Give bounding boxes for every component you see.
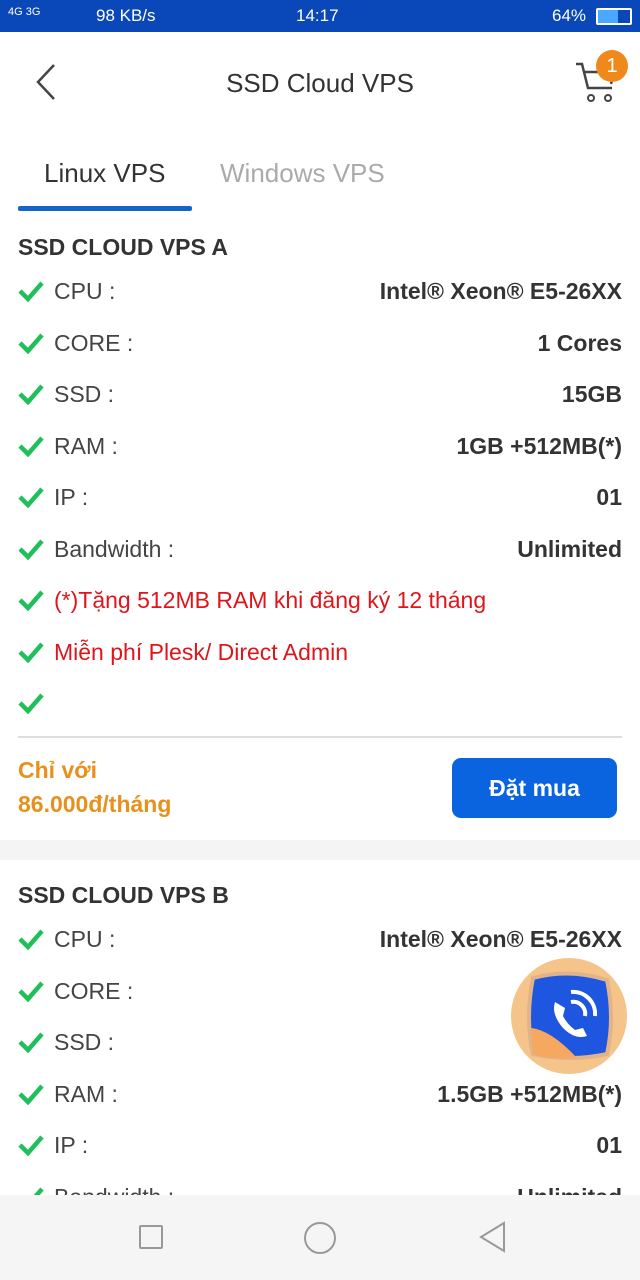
home-icon[interactable] <box>304 1222 336 1254</box>
spec-label: CORE : <box>54 977 134 1004</box>
spec-label: Bandwidth : <box>54 535 175 562</box>
spec-label: CPU : <box>54 926 116 952</box>
active-tab-indicator <box>18 206 192 211</box>
spec-row: IP : 01 <box>0 1128 640 1168</box>
check-icon <box>18 333 44 354</box>
clock: 14:17 <box>296 6 339 25</box>
spec-row: Miễn phí Plesk/ Direct Admin <box>0 635 640 675</box>
spec-row: IP : 01 <box>0 480 640 520</box>
price-prefix: Chỉ với <box>18 757 97 783</box>
spec-row: RAM : 1.5GB +512MB(*) <box>0 1077 640 1117</box>
spec-label: Miễn phí Plesk/ Direct Admin <box>54 638 349 665</box>
spec-label: RAM : <box>54 1080 118 1107</box>
spec-row: Bandwidth : Unlimited <box>0 532 640 572</box>
order-button[interactable]: Đặt mua <box>452 758 617 818</box>
check-icon <box>18 1135 44 1156</box>
battery-icon <box>596 8 632 25</box>
tab-windows-vps[interactable]: Windows VPS <box>220 158 385 189</box>
check-icon <box>18 929 44 950</box>
check-icon <box>18 384 44 405</box>
check-icon <box>18 590 44 611</box>
signal-icon: 4G 3G <box>8 6 41 18</box>
spec-label: (*)Tặng 512MB RAM khi đăng ký 12 tháng <box>54 587 487 613</box>
spec-label: IP : <box>54 1132 89 1158</box>
back-nav-icon[interactable] <box>478 1221 508 1253</box>
plan-title: SSD CLOUD VPS A <box>18 234 229 260</box>
spec-value: 1 Cores <box>537 329 622 356</box>
spec-value: Intel® Xeon® E5-26XX <box>379 926 622 952</box>
recent-apps-icon[interactable] <box>139 1225 163 1249</box>
status-bar: 4G 3G 98 KB/s 14:17 64% <box>0 0 640 32</box>
check-icon <box>18 281 44 302</box>
call-button[interactable] <box>511 958 627 1074</box>
phone-icon <box>527 971 613 1060</box>
check-icon <box>18 436 44 457</box>
check-icon <box>18 981 44 1002</box>
spec-label: CPU : <box>54 278 116 304</box>
spec-value: 15GB <box>561 381 622 407</box>
cart-count-badge: 1 <box>596 50 628 82</box>
spec-value: 1.5GB +512MB(*) <box>437 1080 622 1107</box>
check-icon <box>18 693 44 714</box>
tab-linux-vps[interactable]: Linux VPS <box>44 158 165 189</box>
spec-value: 01 <box>596 1132 622 1158</box>
spec-row: CPU : Intel® Xeon® E5-26XX <box>0 274 640 314</box>
spec-value: Intel® Xeon® E5-26XX <box>379 278 622 304</box>
spec-label: CORE : <box>54 329 134 356</box>
spec-label: SSD : <box>54 381 115 407</box>
spec-value: Unlimited <box>517 535 622 562</box>
plan-title: SSD CLOUD VPS B <box>18 882 229 908</box>
check-icon <box>18 539 44 560</box>
spec-label: RAM : <box>54 432 118 459</box>
spec-row: CORE : 1 Cores <box>0 326 640 366</box>
spec-row: RAM : 1GB +512MB(*) <box>0 429 640 469</box>
spec-label: SSD : <box>54 1029 115 1055</box>
system-nav-bar <box>0 1195 640 1280</box>
spec-row <box>0 686 640 726</box>
spec-row: SSD : 15GB <box>0 377 640 417</box>
spec-row: (*)Tặng 512MB RAM khi đăng ký 12 tháng <box>0 583 640 623</box>
check-icon <box>18 642 44 663</box>
check-icon <box>18 1032 44 1053</box>
spec-label: IP : <box>54 484 89 510</box>
page-title: SSD Cloud VPS <box>226 68 414 98</box>
divider <box>18 736 622 738</box>
price: 86.000đ/tháng <box>18 791 172 817</box>
spec-value: 1GB +512MB(*) <box>456 432 622 459</box>
check-icon <box>18 487 44 508</box>
plan-card: SSD CLOUD VPS A CPU : Intel® Xeon® E5-26… <box>0 212 640 840</box>
battery-level: 64% <box>552 6 587 25</box>
network-speed: 98 KB/s <box>96 6 156 25</box>
spec-value: 01 <box>596 484 622 510</box>
check-icon <box>18 1084 44 1105</box>
tab-bar: Linux VPS Windows VPS <box>0 130 640 212</box>
app-header: SSD Cloud VPS 1 <box>0 32 640 130</box>
spec-row: CPU : Intel® Xeon® E5-26XX <box>0 922 640 962</box>
